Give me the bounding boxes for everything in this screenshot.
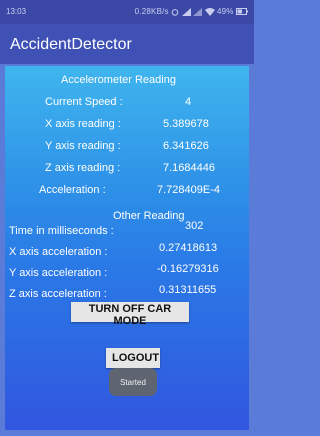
wifi-icon — [204, 7, 215, 16]
network-speed: 0.28KB/s — [134, 7, 169, 16]
turn-off-car-mode-button[interactable]: TURN OFF CAR MODE — [71, 302, 189, 327]
time-ms-label: Time in milliseconds : — [9, 225, 114, 237]
z-acceleration-value: 0.31311655 — [159, 284, 217, 296]
signal-icon — [181, 7, 191, 16]
app-bar: AccidentDetector — [0, 24, 254, 64]
toast-message: Started — [109, 368, 157, 396]
z-axis-value: 7.1684446 — [163, 162, 215, 174]
z-axis-label: Z axis reading : — [45, 162, 121, 174]
current-speed-value: 4 — [185, 96, 192, 108]
signal-2-icon — [193, 7, 203, 16]
y-axis-value: 6.341626 — [163, 140, 209, 152]
logout-button[interactable]: LOGOUT — [106, 348, 160, 368]
x-acceleration-value: 0.27418613 — [159, 242, 218, 254]
x-axis-value: 5.389678 — [163, 118, 209, 130]
accelerometer-heading: Accelerometer Reading — [61, 74, 176, 86]
alarm-icon — [171, 8, 179, 16]
battery-percent: 49% — [216, 7, 234, 16]
z-acceleration-label: Z axis acceleration : — [9, 288, 107, 300]
y-acceleration-value: -0.16279316 — [157, 263, 219, 275]
status-time: 13:03 — [6, 7, 27, 16]
battery-icon — [236, 8, 248, 16]
y-axis-label: Y axis reading : — [45, 140, 121, 152]
acceleration-value: 7.728409E-4 — [157, 184, 220, 196]
x-axis-label: X axis reading : — [45, 118, 121, 130]
y-acceleration-label: Y axis acceleration : — [9, 267, 108, 279]
current-speed-label: Current Speed : — [45, 96, 123, 108]
status-right: 0.28KB/s 49% — [135, 7, 248, 16]
x-acceleration-label: X axis acceleration : — [9, 246, 108, 258]
other-heading: Other Reading — [113, 210, 185, 222]
toast-text: Started — [120, 377, 146, 387]
time-ms-value: 302 — [185, 220, 204, 232]
app-title: AccidentDetector — [10, 36, 132, 53]
status-bar: 13:03 0.28KB/s 49% — [0, 0, 254, 24]
acceleration-label: Acceleration : — [39, 184, 106, 196]
